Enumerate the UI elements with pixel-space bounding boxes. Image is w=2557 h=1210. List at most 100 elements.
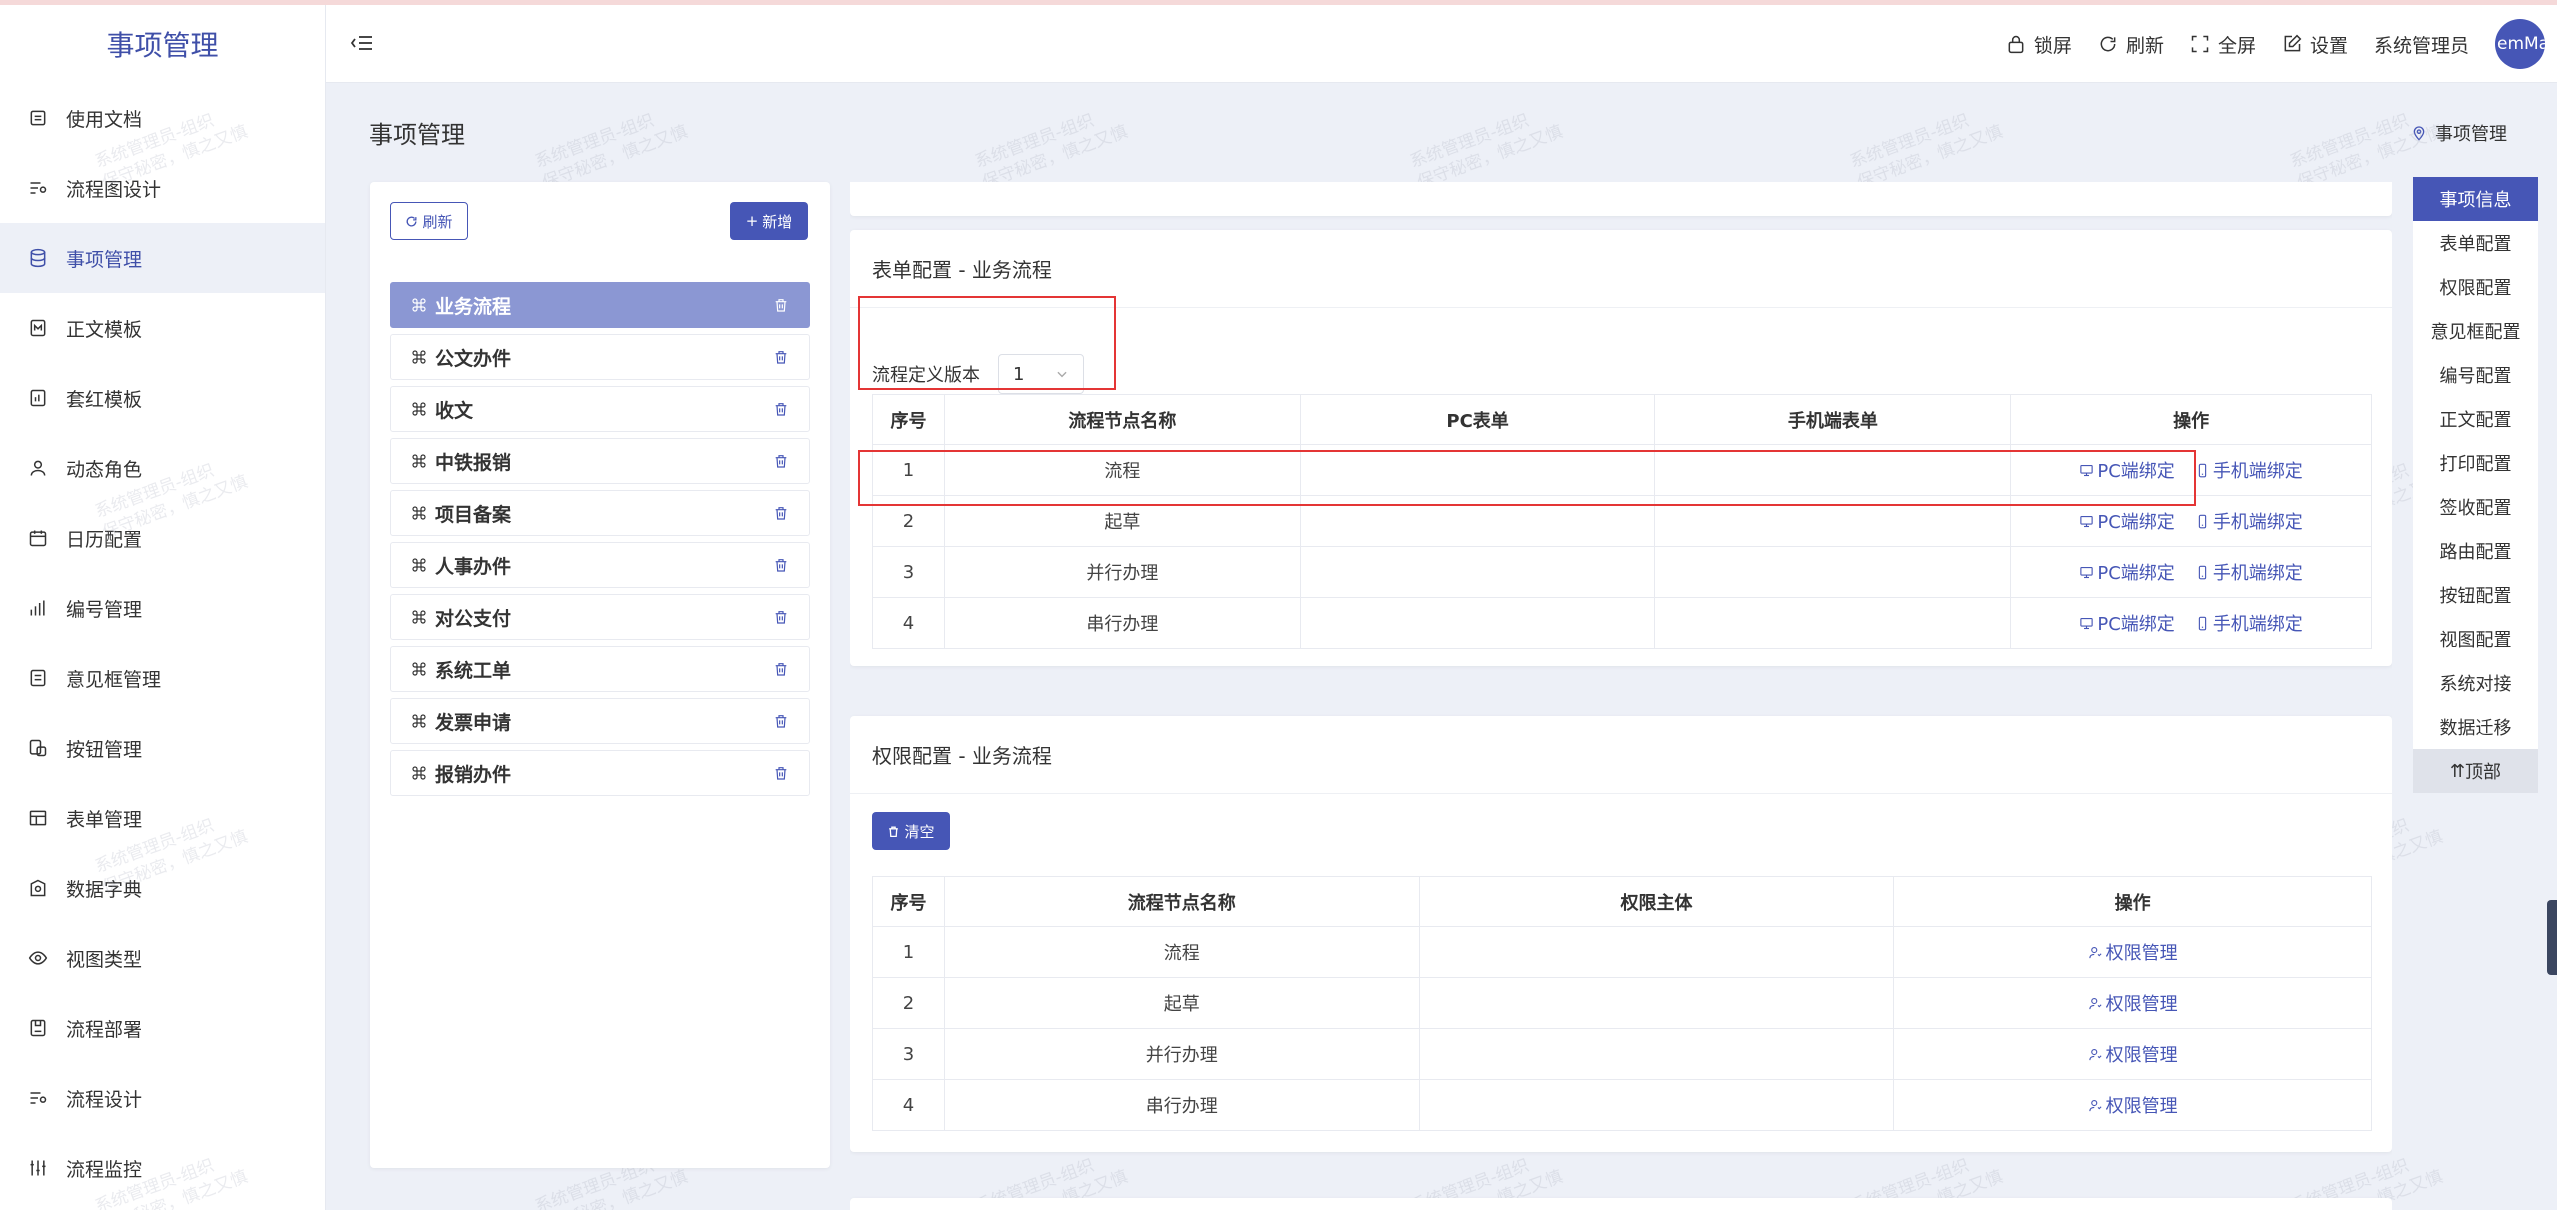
pc-bind-link[interactable]: PC端绑定 bbox=[2079, 559, 2175, 585]
collapse-sidebar-icon[interactable] bbox=[350, 31, 374, 55]
row-actions: 权限管理 bbox=[1893, 977, 2372, 1029]
delete-icon[interactable] bbox=[773, 401, 789, 417]
anchor-item[interactable]: 签收配置 bbox=[2413, 485, 2538, 529]
anchor-item[interactable]: 数据迁移 bbox=[2413, 705, 2538, 749]
anchor-item[interactable]: 按钮配置 bbox=[2413, 573, 2538, 617]
delete-icon[interactable] bbox=[773, 453, 789, 469]
fullscreen-button[interactable]: 全屏 bbox=[2190, 31, 2256, 58]
anchor-item[interactable]: 事项信息 bbox=[2413, 177, 2538, 221]
delete-icon[interactable] bbox=[773, 557, 789, 573]
sidebar-item-label: 动态角色 bbox=[66, 458, 143, 481]
command-icon bbox=[412, 454, 426, 468]
list-item[interactable]: 收文 bbox=[390, 386, 810, 432]
delete-icon[interactable] bbox=[773, 505, 789, 521]
sidebar-item-12[interactable]: 视图类型 bbox=[0, 923, 325, 993]
mobile-bind-link[interactable]: 手机端绑定 bbox=[2195, 610, 2303, 636]
sidebar-item-14[interactable]: 流程设计 bbox=[0, 1063, 325, 1133]
sidebar-item-2[interactable]: 事项管理 bbox=[0, 223, 325, 293]
anchor-item[interactable]: 打印配置 bbox=[2413, 441, 2538, 485]
mobile-bind-link[interactable]: 手机端绑定 bbox=[2195, 457, 2303, 483]
mobile-bind-link[interactable]: 手机端绑定 bbox=[2195, 559, 2303, 585]
anchor-item[interactable]: 表单配置 bbox=[2413, 221, 2538, 265]
settings-button[interactable]: 设置 bbox=[2282, 31, 2348, 58]
list-item-label: 报销办件 bbox=[435, 763, 512, 786]
refresh-button[interactable]: 刷新 bbox=[2098, 31, 2164, 58]
sidebar-item-3[interactable]: 正文模板 bbox=[0, 293, 325, 363]
avatar[interactable]: emMan bbox=[2495, 19, 2545, 69]
sidebar-item-6[interactable]: 日历配置 bbox=[0, 503, 325, 573]
sidebar-item-11[interactable]: 数据字典 bbox=[0, 853, 325, 923]
list-item[interactable]: 人事办件 bbox=[390, 542, 810, 588]
list-item-label: 系统工单 bbox=[435, 659, 512, 682]
sidebar-item-0[interactable]: 使用文档 bbox=[0, 83, 325, 153]
pc-bind-link[interactable]: PC端绑定 bbox=[2079, 508, 2175, 534]
list-item[interactable]: 业务流程 bbox=[390, 282, 810, 328]
anchor-item-top[interactable]: ⇈ 顶部 bbox=[2413, 749, 2538, 793]
list-item[interactable]: 中铁报销 bbox=[390, 438, 810, 484]
permission-manage-link[interactable]: 权限管理 bbox=[2088, 990, 2178, 1016]
sidebar-item-13[interactable]: 流程部署 bbox=[0, 993, 325, 1063]
user-icon bbox=[30, 460, 46, 476]
sidebar-item-label: 视图类型 bbox=[66, 948, 143, 971]
clear-button[interactable]: 清空 bbox=[872, 812, 950, 850]
form-header-cell: 序号 bbox=[872, 394, 945, 445]
sidebar-item-15[interactable]: 流程监控 bbox=[0, 1133, 325, 1203]
sidebar-item-8[interactable]: 意见框管理 bbox=[0, 643, 325, 713]
anchor-item[interactable]: 视图配置 bbox=[2413, 617, 2538, 661]
anchor-item[interactable]: 编号配置 bbox=[2413, 353, 2538, 397]
sidebar-item-label: 按钮管理 bbox=[66, 738, 143, 761]
list-item-label-wrap: 对公支付 bbox=[411, 604, 511, 631]
row-actions: PC端绑定 手机端绑定 bbox=[2010, 546, 2372, 598]
header-actions: 锁屏 刷新 全屏 设置 系统管理员 emMan bbox=[2006, 19, 2545, 69]
permission-config-table: 序号 流程节点名称 权限主体 操作 1 流程 权限管理 2 起草 权限管理 3 并行办理 权限管理 4 串… bbox=[872, 876, 2372, 1131]
anchor-top-label: 顶部 bbox=[2465, 762, 2502, 783]
mobile-bind-label: 手机端绑定 bbox=[2212, 461, 2303, 482]
sidebar-item-1[interactable]: 流程图设计 bbox=[0, 153, 325, 223]
list-item[interactable]: 报销办件 bbox=[390, 750, 810, 796]
mobile-icon bbox=[2198, 616, 2206, 630]
sidebar-item-5[interactable]: 动态角色 bbox=[0, 433, 325, 503]
page-title: 事项管理 bbox=[369, 121, 465, 149]
permission-manage-link[interactable]: 权限管理 bbox=[2088, 939, 2178, 965]
sidebar-item-label: 事项管理 bbox=[66, 248, 143, 271]
delete-icon[interactable] bbox=[773, 297, 789, 313]
list-refresh-button[interactable]: 刷新 bbox=[390, 202, 468, 240]
fullscreen-label: 全屏 bbox=[2217, 34, 2256, 57]
delete-icon[interactable] bbox=[773, 349, 789, 365]
list-item-label: 发票申请 bbox=[435, 711, 512, 734]
permission-manage-link[interactable]: 权限管理 bbox=[2088, 1092, 2178, 1118]
sidebar-item-9[interactable]: 按钮管理 bbox=[0, 713, 325, 783]
sidebar-item-label: 意见框管理 bbox=[66, 668, 162, 691]
add-item-button[interactable]: + 新增 bbox=[730, 202, 808, 240]
list-item[interactable]: 系统工单 bbox=[390, 646, 810, 692]
list-item[interactable]: 发票申请 bbox=[390, 698, 810, 744]
permission-manage-link[interactable]: 权限管理 bbox=[2088, 1041, 2178, 1067]
row-actions: PC端绑定 手机端绑定 bbox=[2010, 597, 2372, 649]
delete-icon[interactable] bbox=[773, 765, 789, 781]
pc-bind-label: PC端绑定 bbox=[2097, 614, 2175, 635]
mobile-bind-link[interactable]: 手机端绑定 bbox=[2195, 508, 2303, 534]
anchor-item[interactable]: 意见框配置 bbox=[2413, 309, 2538, 353]
list-item[interactable]: 项目备案 bbox=[390, 490, 810, 536]
anchor-item[interactable]: 正文配置 bbox=[2413, 397, 2538, 441]
delete-icon[interactable] bbox=[773, 609, 789, 625]
desktop-icon bbox=[2080, 515, 2094, 527]
anchor-item[interactable]: 路由配置 bbox=[2413, 529, 2538, 573]
lock-screen-button[interactable]: 锁屏 bbox=[2006, 31, 2072, 58]
breadcrumb-current[interactable]: 事项管理 bbox=[2435, 120, 2507, 146]
delete-icon[interactable] bbox=[773, 661, 789, 677]
sidebar-item-10[interactable]: 表单管理 bbox=[0, 783, 325, 853]
user-name[interactable]: 系统管理员 bbox=[2374, 31, 2469, 58]
side-edge-handle[interactable] bbox=[2547, 900, 2557, 975]
watermark-line-1: 系统管理员-组织 bbox=[1407, 110, 1532, 173]
sidebar-item-7[interactable]: 编号管理 bbox=[0, 573, 325, 643]
settings-label: 设置 bbox=[2309, 34, 2348, 57]
list-item[interactable]: 对公支付 bbox=[390, 594, 810, 640]
list-item[interactable]: 公文办件 bbox=[390, 334, 810, 380]
pc-bind-link[interactable]: PC端绑定 bbox=[2079, 610, 2175, 636]
delete-icon[interactable] bbox=[773, 713, 789, 729]
anchor-item[interactable]: 权限配置 bbox=[2413, 265, 2538, 309]
sidebar-item-4[interactable]: 套红模板 bbox=[0, 363, 325, 433]
anchor-item[interactable]: 系统对接 bbox=[2413, 661, 2538, 705]
pc-bind-label: PC端绑定 bbox=[2097, 512, 2175, 533]
